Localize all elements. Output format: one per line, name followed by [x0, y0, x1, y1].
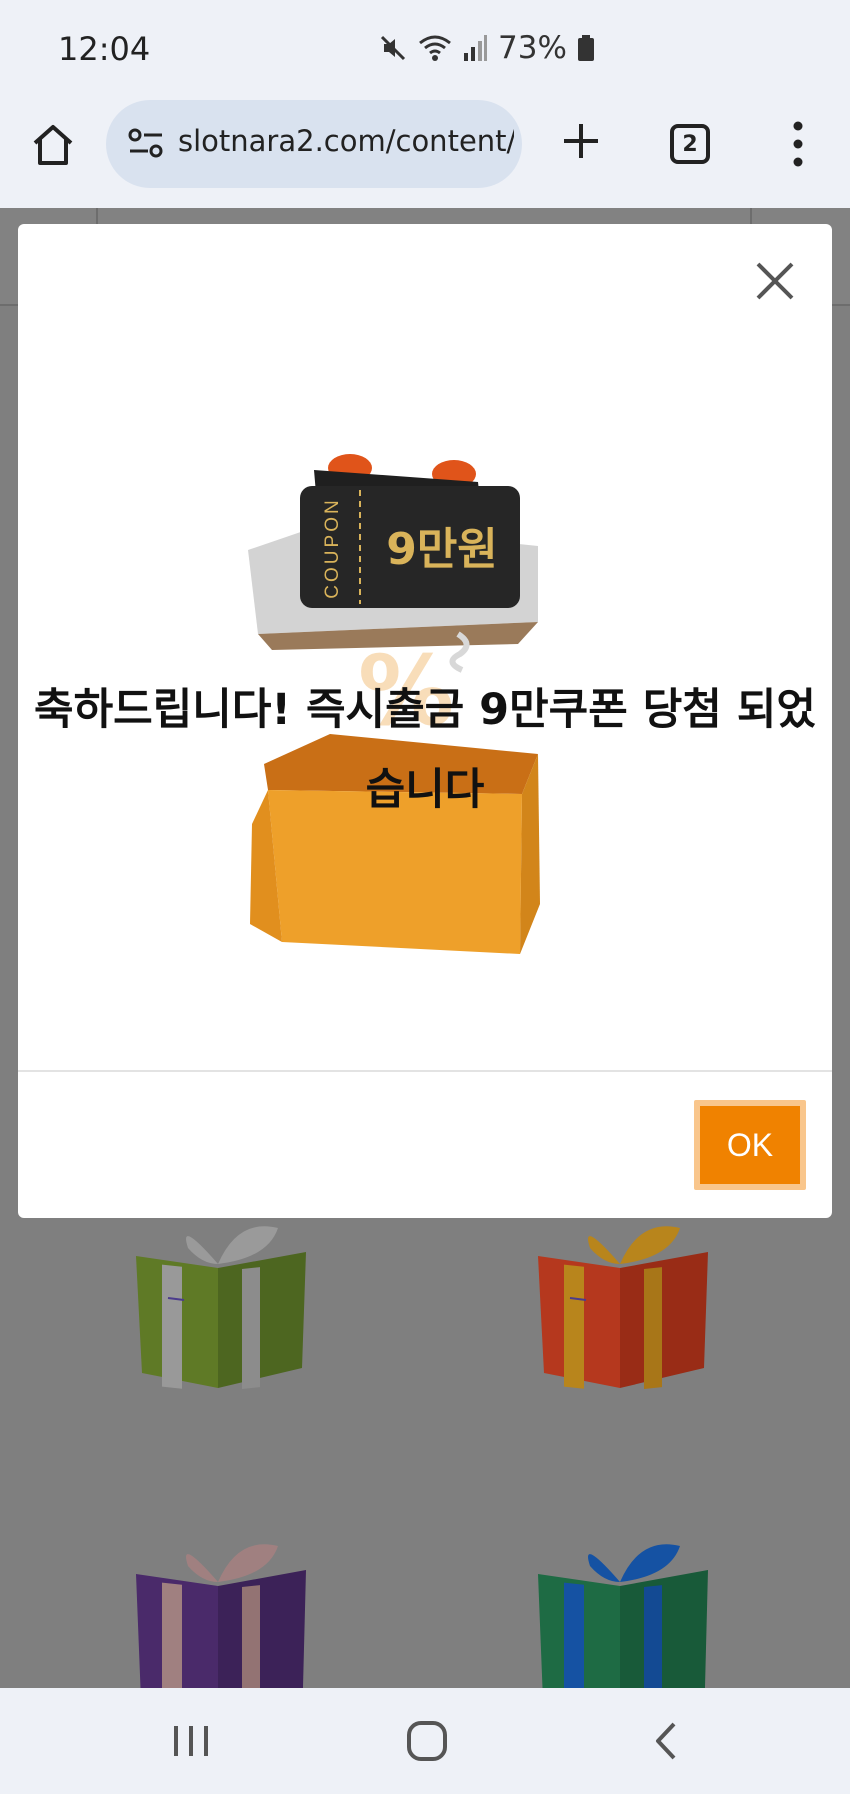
- battery-percent: 73%: [498, 30, 567, 66]
- url-text: slotnara2.com/content/: [178, 124, 514, 158]
- gift-box-teal[interactable]: [520, 1526, 720, 1688]
- gift-box-green[interactable]: [118, 1208, 318, 1408]
- new-tab-plus-icon[interactable]: [556, 116, 606, 166]
- gift-box-red[interactable]: [520, 1208, 720, 1408]
- site-settings-icon[interactable]: [126, 124, 166, 164]
- coupon-label: COUPON: [322, 497, 343, 598]
- battery-icon: [577, 35, 594, 61]
- wifi-icon: [419, 35, 451, 61]
- back-icon[interactable]: [642, 1718, 692, 1764]
- signal-icon: [464, 35, 487, 61]
- home-nav-icon[interactable]: [402, 1718, 452, 1764]
- close-icon[interactable]: [752, 258, 798, 304]
- gift-box-purple[interactable]: [118, 1526, 318, 1688]
- recent-apps-icon[interactable]: [166, 1718, 216, 1764]
- status-icons: 73%: [378, 28, 595, 68]
- url-bar[interactable]: slotnara2.com/content/: [106, 100, 522, 188]
- modal-message: 축하드립니다! 즉시출금 9만쿠폰 당첨 되었습니다: [34, 685, 816, 815]
- browser-toolbar: slotnara2.com/content/ 2: [0, 96, 850, 208]
- status-time: 12:04: [58, 30, 151, 68]
- status-bar: 12:04 73%: [0, 0, 850, 96]
- mute-icon: [380, 35, 406, 61]
- prize-modal: COUPON 9만원 % 축하드립니다! 즉시출금 9만쿠폰 당첨 되었습니다 …: [18, 224, 832, 1218]
- ok-button[interactable]: OK: [694, 1100, 806, 1190]
- modal-divider: [18, 1070, 832, 1072]
- system-nav-bar: [0, 1688, 850, 1794]
- home-button[interactable]: [24, 116, 82, 174]
- coupon-value: 9만원: [386, 524, 498, 575]
- more-menu-icon[interactable]: [778, 118, 818, 170]
- tabs-icon[interactable]: 2: [670, 124, 710, 164]
- home-icon: [33, 125, 73, 165]
